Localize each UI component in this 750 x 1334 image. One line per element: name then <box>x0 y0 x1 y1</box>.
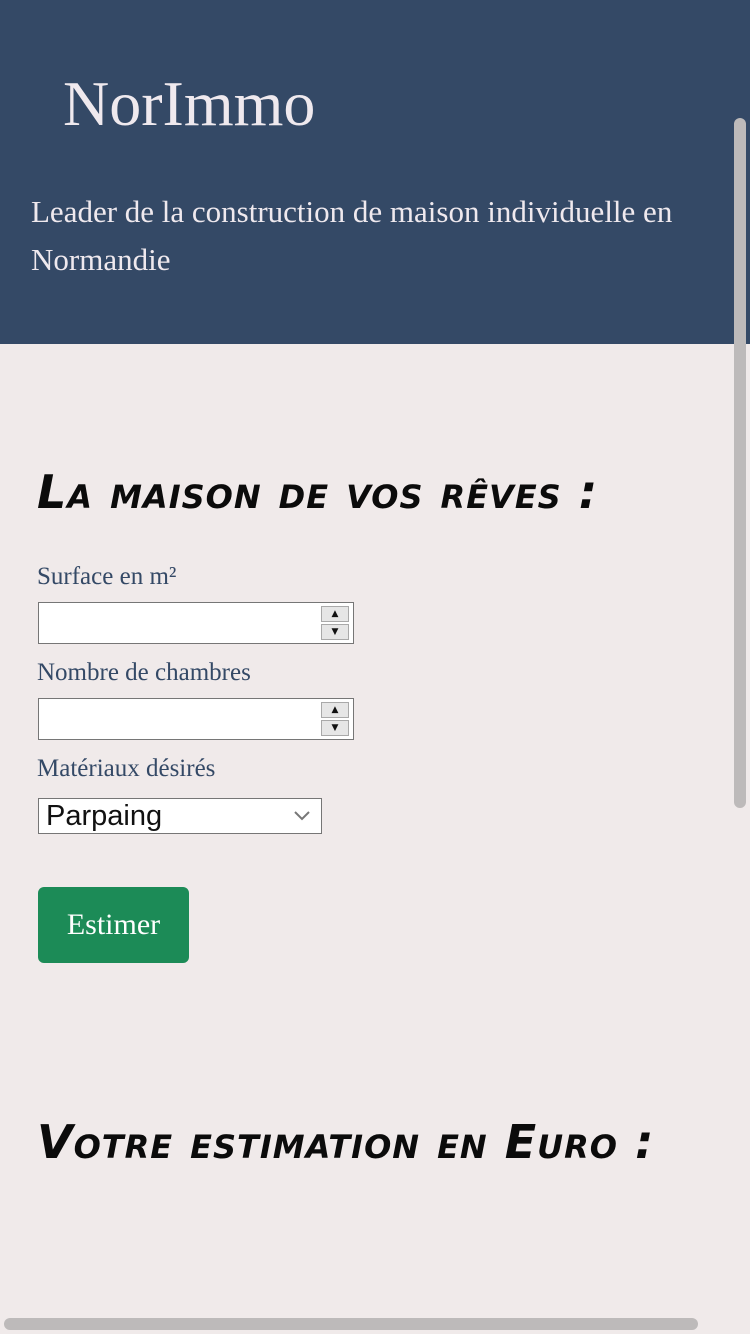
spin-up-icon[interactable]: ▲ <box>321 702 349 718</box>
spin-up-icon[interactable]: ▲ <box>321 606 349 622</box>
surface-stepper[interactable]: ▲ ▼ <box>321 606 349 640</box>
site-header: NorImmo Leader de la construction de mai… <box>0 0 750 344</box>
spin-down-icon[interactable]: ▼ <box>321 720 349 736</box>
rooms-field[interactable]: ▲ ▼ <box>38 698 354 740</box>
horizontal-scrollbar[interactable] <box>4 1318 698 1330</box>
rooms-stepper[interactable]: ▲ ▼ <box>321 702 349 736</box>
rooms-label: Nombre de chambres <box>37 659 251 686</box>
estimate-button[interactable]: Estimer <box>38 887 189 963</box>
materials-select[interactable]: Parpaing <box>38 798 322 834</box>
materials-label: Matériaux désirés <box>37 755 216 782</box>
materials-selected-value: Parpaing <box>46 800 163 832</box>
surface-label: Surface en m² <box>37 563 177 590</box>
rooms-input[interactable] <box>39 699 319 739</box>
form-title: La maison de vos rêves : <box>37 465 599 519</box>
chevron-down-icon <box>294 811 310 821</box>
estimate-title: Votre estimation en Euro : <box>37 1115 655 1169</box>
brand-title[interactable]: NorImmo <box>63 66 315 142</box>
page: NorImmo Leader de la construction de mai… <box>0 0 750 1334</box>
surface-field[interactable]: ▲ ▼ <box>38 602 354 644</box>
surface-input[interactable] <box>39 603 319 643</box>
site-tagline: Leader de la construction de maison indi… <box>31 194 673 277</box>
vertical-scrollbar[interactable] <box>734 118 746 808</box>
spin-down-icon[interactable]: ▼ <box>321 624 349 640</box>
